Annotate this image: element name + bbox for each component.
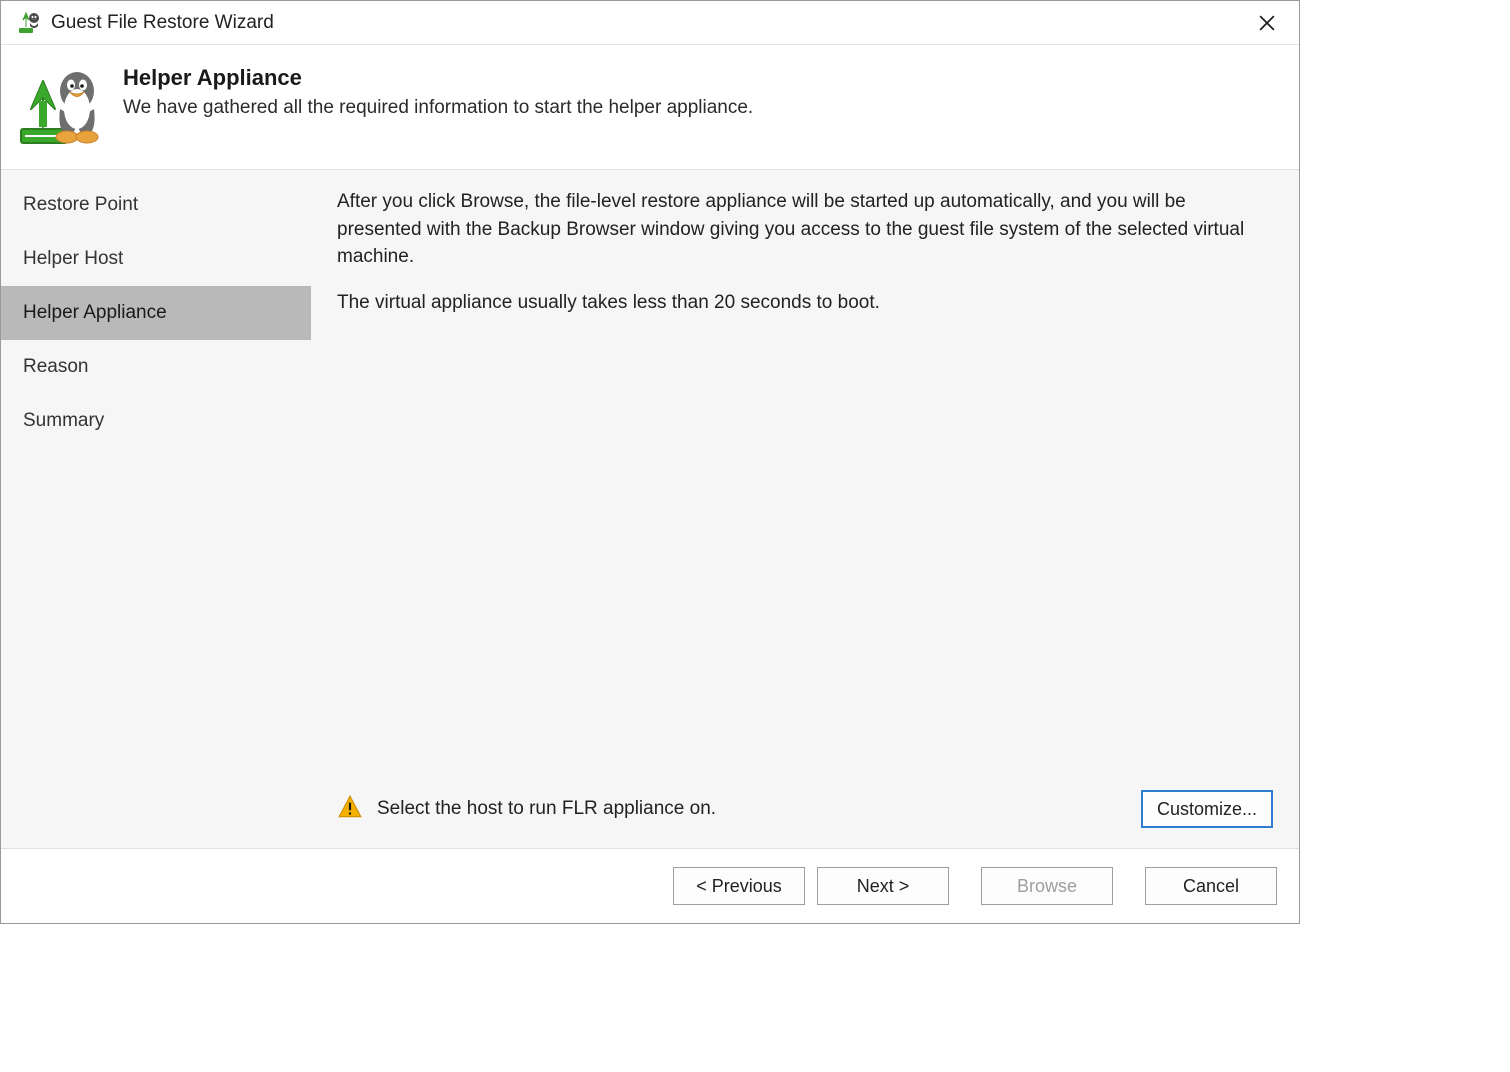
previous-button[interactable]: < Previous: [673, 867, 805, 905]
close-button[interactable]: [1247, 8, 1287, 38]
wizard-sidebar: Restore Point Helper Host Helper Applian…: [1, 170, 311, 848]
header-text: Helper Appliance We have gathered all th…: [123, 59, 753, 119]
header-heading: Helper Appliance: [123, 65, 753, 91]
close-icon: [1259, 15, 1275, 31]
sidebar-item-summary[interactable]: Summary: [1, 394, 311, 448]
header-subtext: We have gathered all the required inform…: [123, 97, 753, 119]
warning-row: Select the host to run FLR appliance on.…: [337, 784, 1273, 834]
window-title: Guest File Restore Wizard: [51, 12, 1247, 34]
main-paragraph-1: After you click Browse, the file-level r…: [337, 188, 1273, 271]
wizard-window: Guest File Restore Wizard: [0, 0, 1300, 924]
sidebar-item-helper-host[interactable]: Helper Host: [1, 232, 311, 286]
next-button[interactable]: Next >: [817, 867, 949, 905]
wizard-footer: < Previous Next > Browse Cancel: [1, 849, 1299, 923]
main-text-block: After you click Browse, the file-level r…: [337, 188, 1273, 784]
sidebar-item-restore-point[interactable]: Restore Point: [1, 178, 311, 232]
titlebar: Guest File Restore Wizard: [1, 1, 1299, 45]
sidebar-item-reason[interactable]: Reason: [1, 340, 311, 394]
header-band: Helper Appliance We have gathered all th…: [1, 45, 1299, 169]
wizard-body: Restore Point Helper Host Helper Applian…: [1, 169, 1299, 849]
warning-message: Select the host to run FLR appliance on.: [377, 798, 1127, 820]
wizard-step-icon: [15, 59, 105, 149]
app-icon: [17, 11, 41, 35]
wizard-main: After you click Browse, the file-level r…: [311, 170, 1299, 848]
cancel-button[interactable]: Cancel: [1145, 867, 1277, 905]
warning-icon: [337, 794, 363, 825]
main-paragraph-2: The virtual appliance usually takes less…: [337, 289, 1273, 317]
browse-button[interactable]: Browse: [981, 867, 1113, 905]
customize-button[interactable]: Customize...: [1141, 790, 1273, 828]
sidebar-item-helper-appliance[interactable]: Helper Appliance: [1, 286, 311, 340]
